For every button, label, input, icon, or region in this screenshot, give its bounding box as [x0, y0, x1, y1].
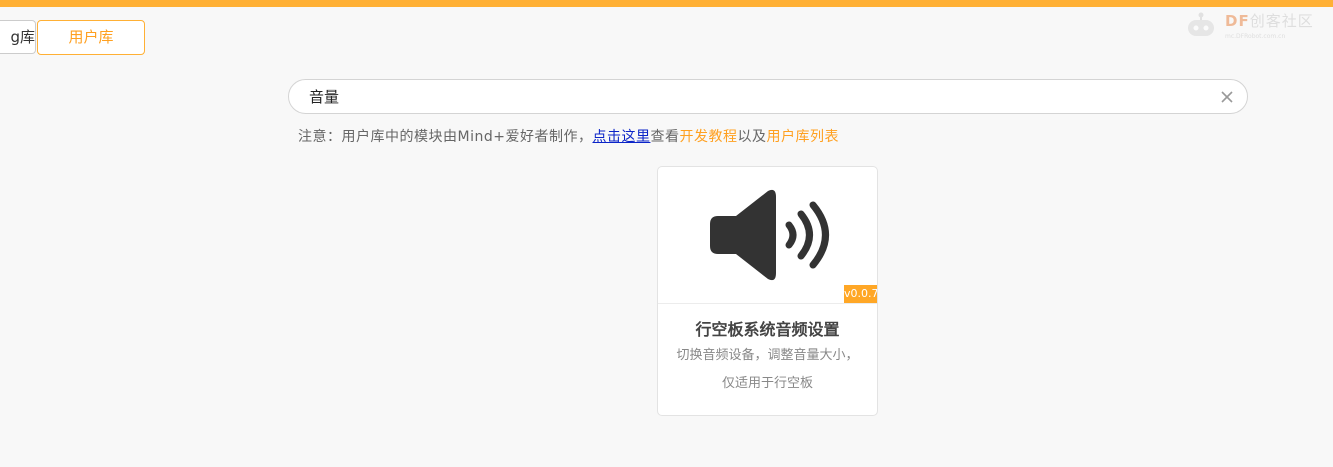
library-list-link[interactable]: 用户库列表: [766, 129, 839, 145]
version-badge: v0.0.7: [844, 285, 877, 303]
card-divider: [658, 303, 877, 304]
tab-library-partial[interactable]: g库: [0, 20, 36, 54]
top-accent-bar: [0, 0, 1333, 7]
speaker-volume-icon: [710, 189, 829, 281]
library-card[interactable]: v0.0.7 行空板系统音频设置 切换音频设备，调整音量大小， 仅适用于行空板: [657, 166, 878, 416]
dfrobot-watermark: DF创客社区 mc.DFRobot.com.cn: [1185, 6, 1325, 42]
watermark-sub: mc.DFRobot.com.cn: [1225, 33, 1286, 40]
click-here-link[interactable]: 点击这里: [592, 129, 650, 145]
notice-text: 注意：用户库中的模块由Mind+爱好者制作，点击这里查看开发教程以及用户库列表: [298, 129, 839, 145]
robot-logo-icon: [1188, 12, 1214, 36]
search-box: [288, 79, 1248, 114]
search-input[interactable]: [309, 80, 1189, 113]
tab-user-library[interactable]: 用户库: [37, 20, 145, 55]
dev-tutorial-link[interactable]: 开发教程: [679, 129, 737, 145]
watermark-brand: DF创客社区: [1225, 12, 1314, 30]
card-title: 行空板系统音频设置: [695, 320, 840, 339]
close-icon[interactable]: [1219, 89, 1235, 105]
card-description: 切换音频设备，调整音量大小， 仅适用于行空板: [676, 348, 859, 391]
